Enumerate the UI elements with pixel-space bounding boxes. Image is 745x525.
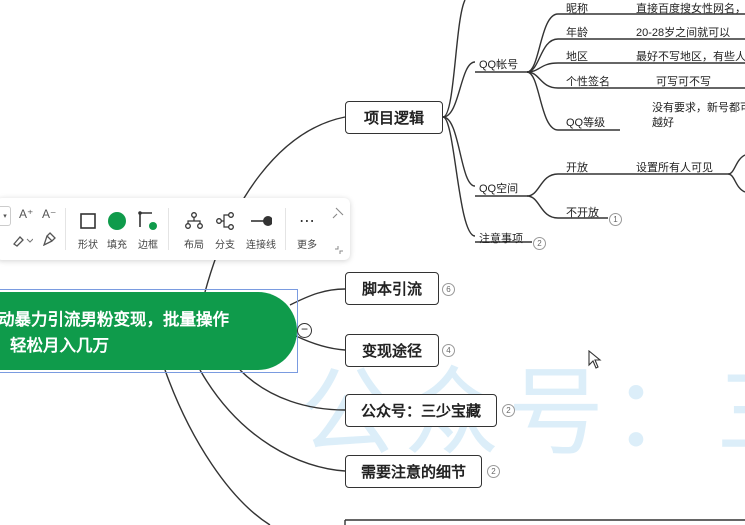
topic-qq-level[interactable]: QQ等级 — [566, 114, 605, 130]
connector-lines — [164, 0, 745, 525]
mindmap-canvas[interactable]: 公众号：三 — [0, 0, 745, 525]
layout-icon — [183, 210, 205, 232]
branch-wechat-account[interactable]: 公众号：三少宝藏 — [345, 394, 497, 427]
topic-region-value[interactable]: 最好不写地区，有些人表 — [636, 48, 745, 64]
child-count-badge[interactable]: 2 — [533, 237, 546, 250]
connector-icon — [250, 210, 272, 232]
topic-age-value[interactable]: 20-28岁之间就可以 — [636, 24, 730, 40]
layout-button[interactable]: 布局 — [179, 210, 209, 251]
child-count-badge[interactable]: 1 — [609, 213, 622, 226]
branch-label: 需要注意的细节 — [360, 464, 466, 481]
topic-space-open-value[interactable]: 设置所有人可见 — [636, 159, 713, 175]
root-title-line2: 轻松月入几万 — [10, 337, 109, 355]
shape-icon — [77, 210, 99, 232]
connector-button[interactable]: 连接线 — [246, 210, 276, 251]
branch-label: 项目逻辑 — [363, 110, 424, 127]
shape-label: 形状 — [78, 240, 98, 251]
border-button[interactable]: 边框 — [133, 210, 163, 251]
topic-qq-level-value-2[interactable]: 越好 — [652, 114, 674, 130]
border-icon — [137, 210, 159, 232]
root-title-line1: 动暴力引流男粉变现，批量操作 — [0, 311, 229, 329]
format-toolbar: ▾ A⁺ A⁻ 形状 填充 边框 布局 分支 连接线 ⋯ 更多 — [0, 198, 350, 260]
fill-button[interactable]: 填充 — [102, 210, 132, 251]
collapse-toolbar-icon[interactable] — [334, 242, 344, 260]
text-color-icon[interactable] — [11, 233, 34, 252]
topic-nickname-value[interactable]: 直接百度搜女性网名，取 — [636, 0, 745, 16]
branch-label: 分支 — [215, 240, 235, 251]
layout-label: 布局 — [184, 240, 204, 251]
topic-notes[interactable]: 注意事项 — [479, 230, 523, 246]
branch-project-logic[interactable]: 项目逻辑 — [345, 101, 443, 134]
branch-label: 公众号：三少宝藏 — [360, 403, 481, 420]
more-button[interactable]: ⋯ 更多 — [292, 210, 322, 251]
font-increase-button[interactable]: A⁺ — [19, 207, 33, 221]
collapse-button[interactable]: − — [297, 323, 312, 338]
topic-age[interactable]: 年龄 — [566, 24, 588, 40]
shape-button[interactable]: 形状 — [73, 210, 103, 251]
border-label: 边框 — [138, 240, 158, 251]
toolbar-separator — [168, 208, 169, 250]
topic-qq-space[interactable]: QQ空间 — [479, 180, 518, 196]
topic-nickname[interactable]: 昵称 — [566, 0, 588, 16]
topic-region[interactable]: 地区 — [566, 48, 588, 64]
fill-icon — [106, 210, 128, 232]
toolbar-separator — [285, 208, 286, 250]
format-painter-icon[interactable] — [42, 232, 57, 251]
child-count-badge[interactable]: 2 — [487, 465, 500, 478]
more-label: 更多 — [297, 240, 317, 251]
child-count-badge[interactable]: 6 — [442, 283, 455, 296]
font-size-dropdown[interactable]: ▾ — [0, 206, 11, 226]
root-topic[interactable]: 动暴力引流男粉变现，批量操作 轻松月入几万 — [0, 292, 297, 370]
font-decrease-button[interactable]: A⁻ — [42, 207, 56, 221]
topic-signature-value[interactable]: 可写可不写 — [656, 73, 711, 89]
child-count-badge[interactable]: 4 — [442, 344, 455, 357]
more-icon: ⋯ — [299, 213, 315, 230]
pin-icon[interactable] — [332, 206, 344, 224]
topic-space-open[interactable]: 开放 — [566, 159, 588, 175]
toolbar-separator — [65, 208, 66, 250]
branch-details[interactable]: 需要注意的细节 — [345, 455, 482, 488]
connector-label: 连接线 — [246, 240, 276, 251]
topic-space-closed[interactable]: 不开放 — [566, 204, 599, 220]
topic-qq-level-value-1[interactable]: 没有要求，新号都可 — [652, 99, 745, 115]
branch-monetization[interactable]: 变现途径 — [345, 334, 439, 367]
topic-qq-account[interactable]: QQ帐号 — [479, 56, 518, 72]
fill-label: 填充 — [107, 240, 127, 251]
branch-label: 脚本引流 — [361, 281, 422, 298]
child-count-badge[interactable]: 2 — [502, 404, 515, 417]
branch-label: 变现途径 — [361, 343, 422, 360]
branch-icon — [214, 210, 236, 232]
mouse-cursor-icon — [588, 349, 602, 375]
branch-script-traffic[interactable]: 脚本引流 — [345, 272, 439, 305]
topic-signature[interactable]: 个性签名 — [566, 73, 610, 89]
branch-button[interactable]: 分支 — [210, 210, 240, 251]
